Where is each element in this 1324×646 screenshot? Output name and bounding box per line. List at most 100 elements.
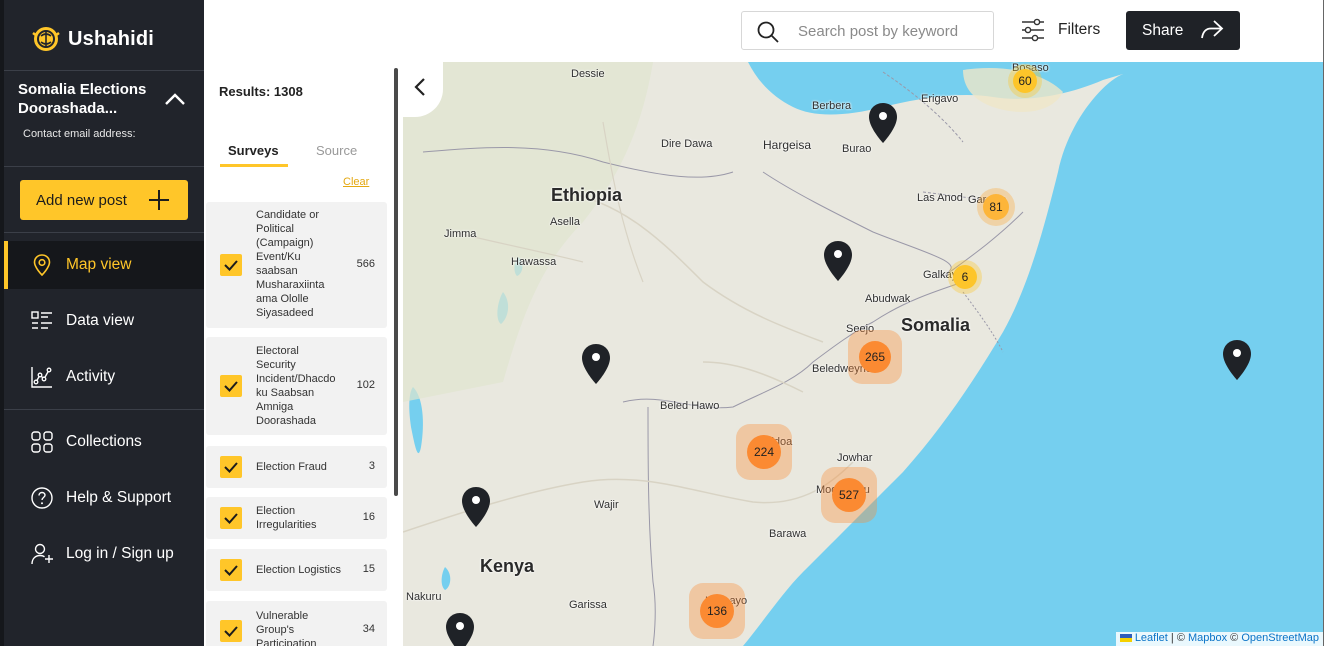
- map-pin-marker-icon[interactable]: [822, 240, 854, 282]
- survey-count: 3: [368, 460, 375, 472]
- place-label: Hawassa: [511, 256, 557, 268]
- ukraine-flag-icon: [1119, 634, 1132, 642]
- nav-activity[interactable]: Activity: [4, 353, 204, 401]
- chevron-left-icon: [414, 78, 425, 96]
- map-attribution: Leaflet | © Mapbox © OpenStreetMap: [1115, 632, 1323, 646]
- country-label: Ethiopia: [551, 185, 622, 205]
- search-box[interactable]: [741, 11, 994, 50]
- place-label: Beled Hawo: [660, 400, 720, 412]
- share-label: Share: [1142, 21, 1184, 39]
- activity-chart-icon: [31, 367, 52, 388]
- nav-label: Activity: [66, 368, 116, 385]
- place-label: Hargeisa: [763, 138, 812, 152]
- map-cluster[interactable]: 81: [977, 188, 1015, 226]
- survey-label: Election Irregularities: [256, 505, 317, 531]
- ushahidi-logo-icon: [32, 27, 60, 51]
- survey-label: Election Fraud: [256, 461, 327, 473]
- cluster-count: 136: [700, 594, 734, 628]
- nav-label: Collections: [66, 433, 142, 450]
- place-label: Erigavo: [921, 93, 959, 105]
- deployment-email-label: Contact email address:: [23, 128, 136, 140]
- survey-filter-item[interactable]: Election Irregularities 16: [206, 497, 387, 539]
- map-cluster[interactable]: 136: [689, 583, 745, 639]
- checkmark-icon: [224, 462, 238, 473]
- map-cluster[interactable]: 265: [848, 330, 902, 384]
- share-button[interactable]: Share: [1126, 11, 1240, 50]
- tab-source[interactable]: Source: [316, 143, 357, 158]
- sidebar: Ushahidi Somalia Elections Doorashada...…: [0, 0, 204, 646]
- leaflet-link[interactable]: Leaflet: [1135, 632, 1168, 644]
- collections-grid-icon: [31, 431, 53, 453]
- survey-checkbox[interactable]: [220, 254, 242, 276]
- survey-filter-item[interactable]: Electoral Security Incident/Dhacdo ku Sa…: [206, 337, 387, 435]
- app-logo[interactable]: Ushahidi: [30, 24, 154, 54]
- tab-surveys[interactable]: Surveys: [228, 143, 279, 158]
- checkmark-icon: [224, 626, 238, 637]
- place-label: Berbera: [812, 100, 852, 112]
- cluster-count: 265: [859, 341, 891, 373]
- help-icon: [31, 487, 53, 509]
- chevron-up-icon: [165, 93, 185, 105]
- map-pin-marker-icon[interactable]: [460, 486, 492, 528]
- sidebar-divider: [4, 166, 204, 167]
- nav-label: Data view: [66, 312, 135, 329]
- survey-checkbox[interactable]: [220, 456, 242, 478]
- filters-button[interactable]: Filters: [1020, 17, 1100, 43]
- survey-count: 16: [362, 511, 375, 523]
- plus-icon: [149, 190, 169, 210]
- search-input[interactable]: [798, 21, 983, 41]
- attribution-separator: ©: [1227, 632, 1242, 644]
- search-icon: [757, 21, 779, 43]
- nav-label: Log in / Sign up: [66, 545, 174, 562]
- mapbox-link[interactable]: Mapbox: [1188, 632, 1227, 644]
- sliders-icon: [1022, 18, 1044, 42]
- survey-label: Electoral Security Incident/Dhacdo ku Sa…: [256, 345, 336, 427]
- place-label: Wajir: [594, 499, 619, 511]
- checkmark-icon: [224, 513, 238, 524]
- place-label: Barawa: [769, 528, 807, 540]
- list-icon: [31, 311, 52, 329]
- survey-checkbox[interactable]: [220, 507, 242, 529]
- sidebar-divider: [4, 409, 204, 410]
- add-new-post-button[interactable]: Add new post: [20, 180, 188, 220]
- openstreetmap-link[interactable]: OpenStreetMap: [1241, 632, 1319, 644]
- add-new-post-label: Add new post: [36, 191, 127, 209]
- deployment-collapse-button[interactable]: [162, 88, 188, 110]
- map-view[interactable]: Ethiopia Somalia Kenya Dessie Berbera Er…: [403, 62, 1323, 646]
- results-count: Results: 1308: [219, 84, 303, 99]
- place-label: Abudwak: [865, 293, 911, 305]
- cluster-count: 224: [747, 435, 781, 469]
- survey-count: 566: [356, 258, 375, 270]
- map-cluster[interactable]: 527: [821, 467, 877, 523]
- map-cluster[interactable]: 6: [948, 260, 982, 294]
- nav-label: Help & Support: [66, 489, 172, 506]
- nav-help-support[interactable]: Help & Support: [4, 474, 204, 522]
- survey-checkbox[interactable]: [220, 620, 242, 642]
- map-cluster[interactable]: 60: [1008, 64, 1042, 98]
- nav-data-view[interactable]: Data view: [4, 297, 204, 345]
- map-pin-marker-icon[interactable]: [444, 612, 476, 646]
- map-cluster[interactable]: 224: [736, 424, 792, 480]
- survey-filter-item[interactable]: Candidate or Political (Campaign) Event/…: [206, 202, 387, 328]
- place-label: Jimma: [444, 228, 477, 240]
- sidebar-divider: [4, 232, 204, 233]
- map-pin-marker-icon[interactable]: [580, 343, 612, 385]
- map-pin-icon: [33, 254, 51, 277]
- survey-label: Candidate or Political (Campaign) Event/…: [256, 209, 325, 319]
- nav-login-signup[interactable]: Log in / Sign up: [4, 530, 204, 578]
- map-pin-marker-icon[interactable]: [1221, 339, 1253, 381]
- checkmark-icon: [224, 260, 238, 271]
- survey-filter-item[interactable]: Election Fraud 3: [206, 446, 387, 488]
- panel-scrollbar[interactable]: [394, 68, 398, 496]
- survey-checkbox[interactable]: [220, 559, 242, 581]
- survey-checkbox[interactable]: [220, 375, 242, 397]
- place-label: Garissa: [569, 599, 607, 611]
- nav-map-view[interactable]: Map view: [4, 241, 204, 289]
- country-label: Kenya: [480, 556, 535, 576]
- survey-filter-item[interactable]: Election Logistics 15: [206, 549, 387, 591]
- clear-filters-link[interactable]: Clear: [343, 176, 369, 188]
- nav-collections[interactable]: Collections: [4, 418, 204, 466]
- survey-filter-item[interactable]: Vulnerable Group's Participation 34: [206, 601, 387, 646]
- map-pin-marker-icon[interactable]: [867, 102, 899, 144]
- place-label: Asella: [550, 216, 580, 228]
